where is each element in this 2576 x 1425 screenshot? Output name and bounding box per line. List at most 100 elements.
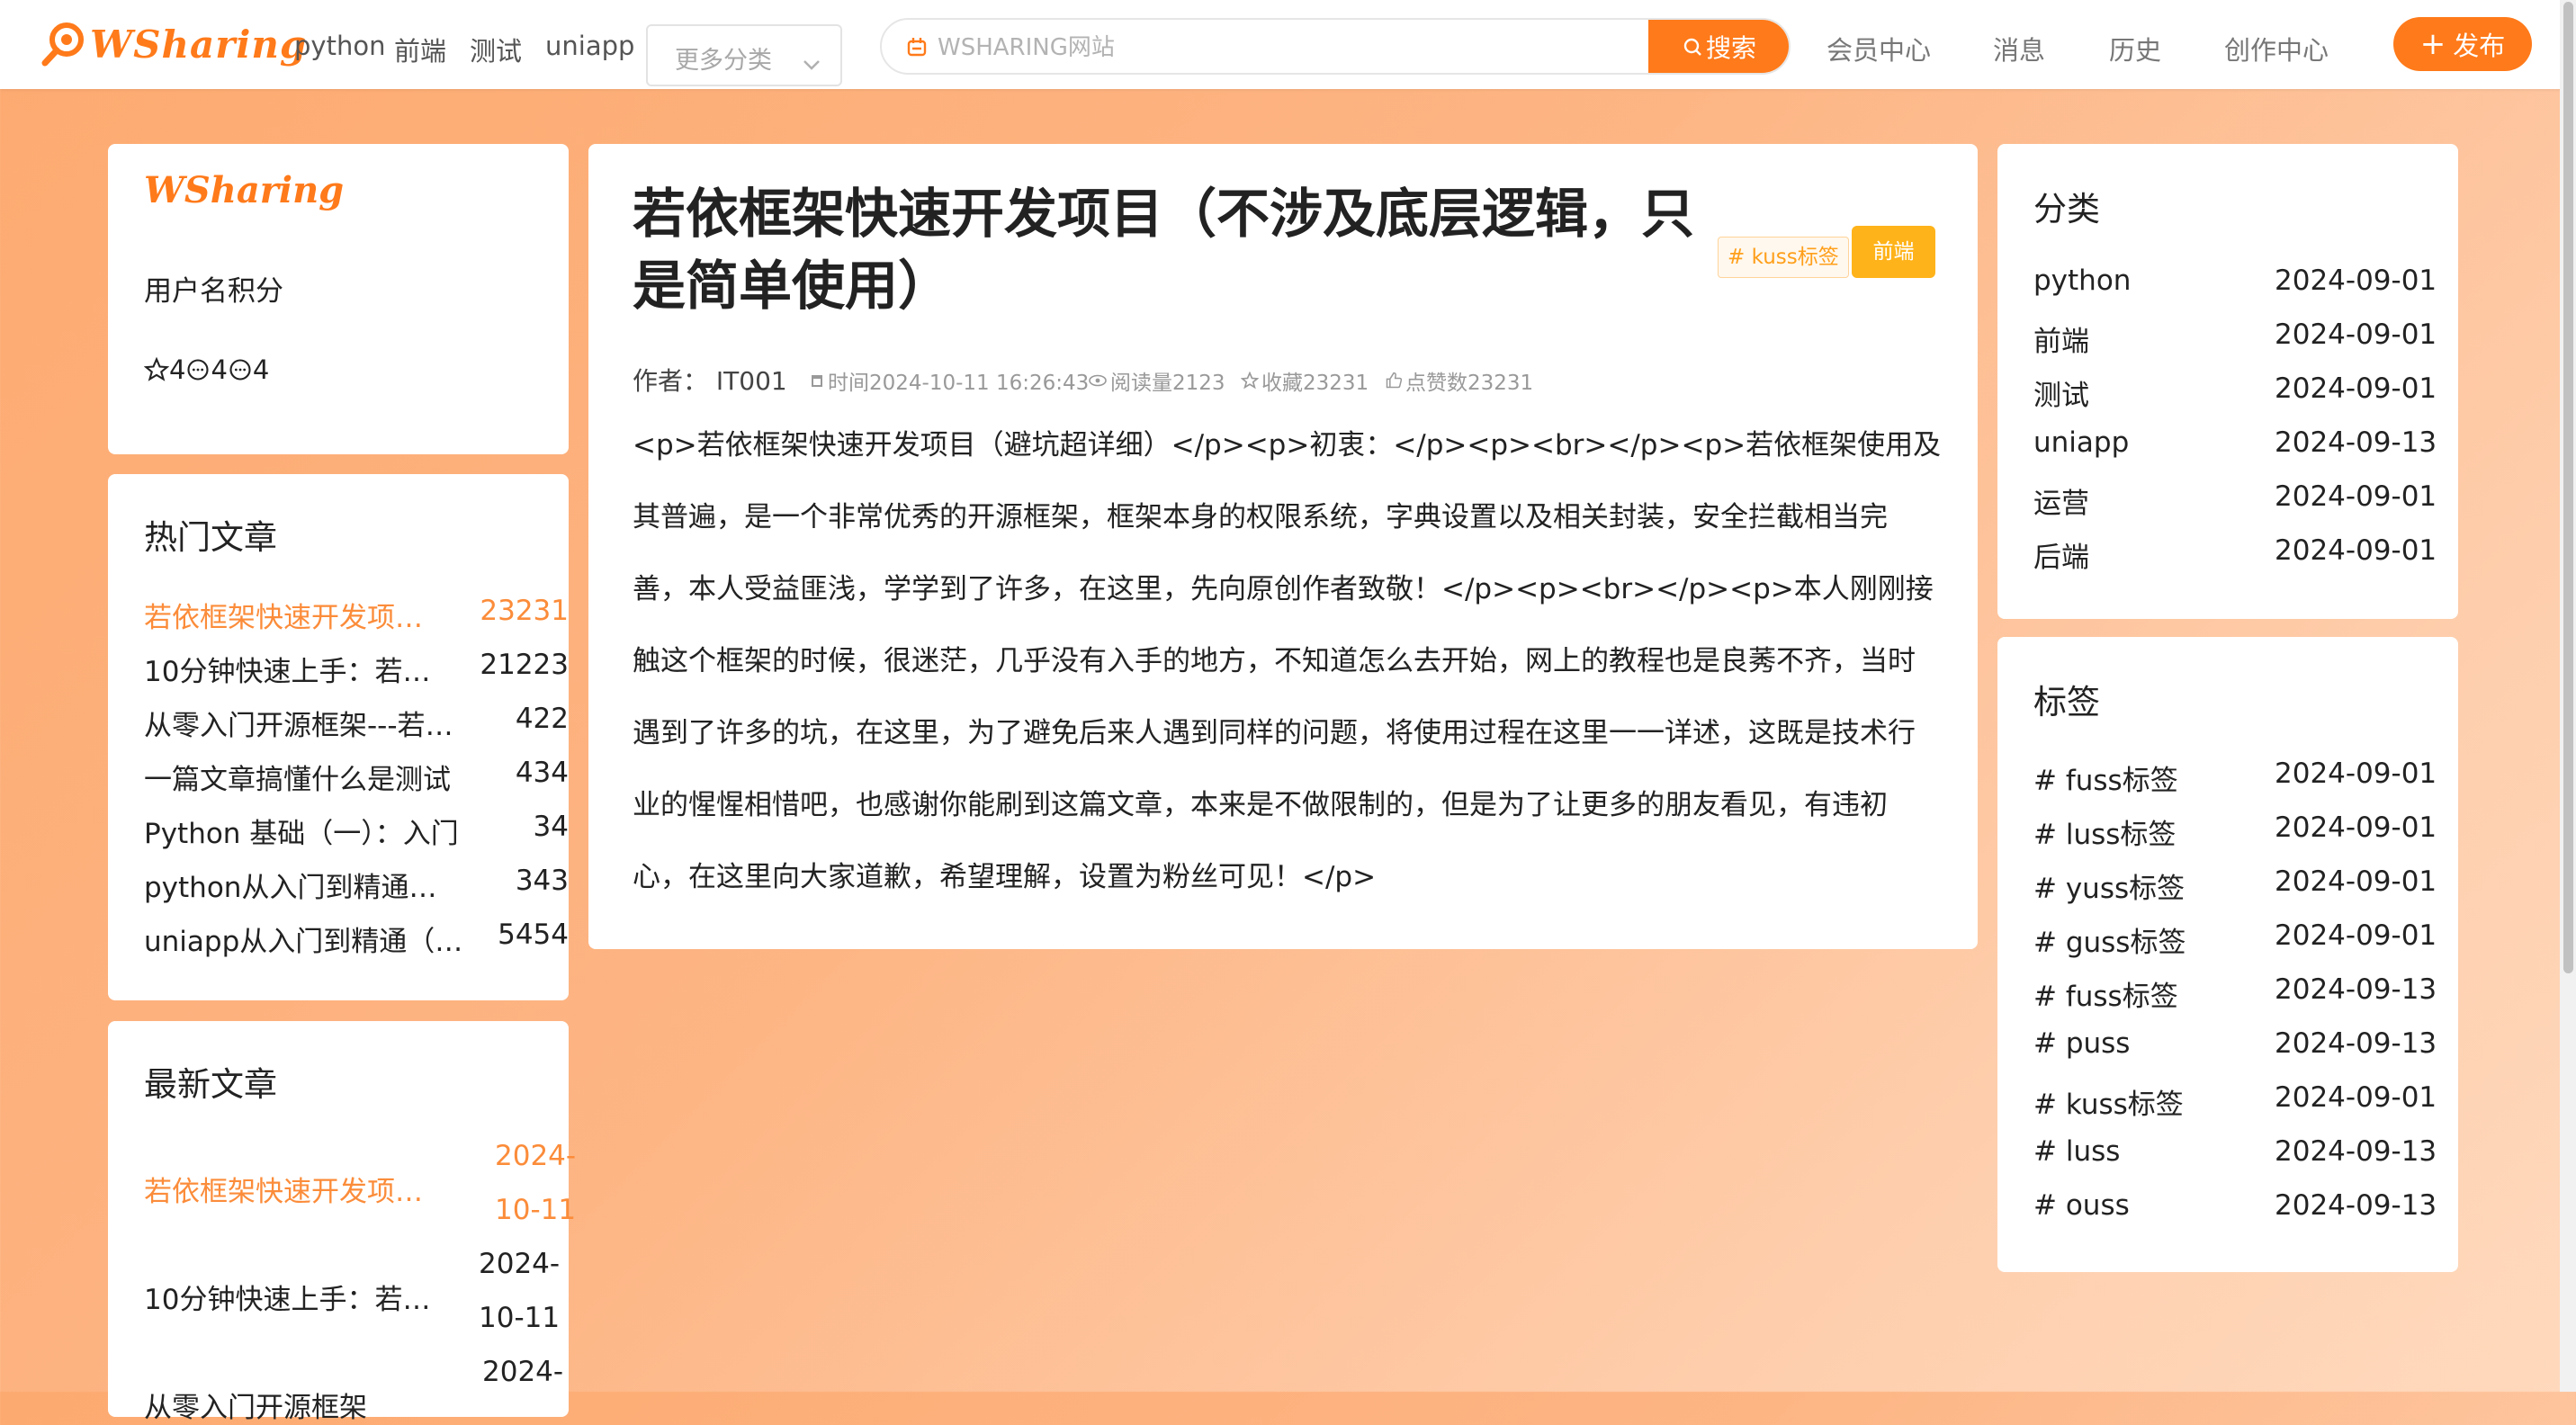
article-favorites[interactable]: 收藏23231	[1241, 365, 1369, 396]
tag-date: 2024-09-01	[2275, 1081, 2437, 1114]
article-author: 作者： IT001	[633, 362, 787, 398]
category-panel: 分类 python 2024-09-01 前端 2024-09-01 测试 20…	[1997, 144, 2458, 619]
latest-articles-title: 最新文章	[144, 1065, 277, 1104]
topnav-category-uniapp[interactable]: uniapp	[545, 31, 634, 61]
latest-articles-card: 最新文章 若依框架快速开发项目（不涉及底层逻辑，只是简单使用） 2024- 10…	[108, 1021, 576, 1424]
category-panel-title: 分类	[2033, 190, 2100, 229]
category-date: 2024-09-13	[2275, 426, 2437, 459]
logo-text: WSharing	[144, 169, 345, 211]
stat-stars: 4	[169, 354, 186, 385]
tag-name: # fuss标签	[2033, 981, 2178, 1013]
article-tag[interactable]: # kuss标签	[1718, 237, 1849, 278]
tag-date: 2024-09-13	[2275, 1027, 2437, 1060]
hot-articles-title: 热门文章	[144, 518, 277, 557]
category-name: 后端	[2033, 542, 2089, 574]
tag-name: # yuss标签	[2033, 873, 2186, 905]
topnav-category-python[interactable]: python	[294, 31, 385, 61]
tag-date: 2024-09-01	[2275, 865, 2437, 898]
tag-name: # guss标签	[2033, 927, 2186, 959]
nav-member-center[interactable]: 会员中心	[1827, 30, 1931, 67]
scrollbar-thumb[interactable]	[2563, 2, 2573, 973]
hot-articles-card: 热门文章 若依框架快速开发项目（不涉及底层逻辑，只是简单使用） 23231 10…	[108, 474, 569, 1000]
page-scrollbar[interactable]	[2560, 0, 2576, 1392]
nav-messages[interactable]: 消息	[1993, 30, 2045, 67]
top-header: WSharing python 前端 测试 uniapp 更多分类 搜索	[0, 0, 2576, 89]
eye-icon	[1089, 374, 1107, 387]
hot-article-name: 从零入门开源框架---若依框架	[144, 710, 463, 742]
tag-name: # luss	[2033, 1135, 2121, 1168]
stat-comments: 4	[211, 354, 228, 385]
hot-article-count: 23231	[480, 595, 569, 627]
tag-date: 2024-09-01	[2275, 919, 2437, 952]
hot-article-count: 34	[533, 811, 569, 843]
latest-article-date-year: 2024-	[482, 1356, 564, 1388]
search-icon	[1683, 38, 1701, 56]
latest-article-date-year: 2024-	[479, 1248, 561, 1280]
logo-text: WSharing	[90, 22, 308, 67]
latest-article-name: 从零入门开源框架	[144, 1392, 367, 1424]
article-likes-text: 点赞数23231	[1405, 372, 1534, 395]
hot-article-count: 434	[515, 757, 569, 789]
category-date: 2024-09-01	[2275, 264, 2437, 297]
tag-date: 2024-09-01	[2275, 757, 2437, 790]
hot-article-name: Python 基础（一）：入门	[144, 818, 459, 850]
stat-messages: 4	[252, 354, 270, 385]
comment-icon	[229, 359, 251, 381]
topnav-category-frontend[interactable]: 前端	[394, 31, 446, 68]
publish-button[interactable]: + 发布	[2393, 17, 2532, 71]
more-categories-select[interactable]: 更多分类	[646, 24, 842, 86]
publish-button-label: 发布	[2453, 31, 2506, 61]
category-date: 2024-09-01	[2275, 372, 2437, 405]
tag-panel: 标签 # fuss标签 2024-09-01 # luss标签 2024-09-…	[1997, 637, 2458, 1272]
article-category-tag[interactable]: 前端	[1852, 226, 1935, 278]
hot-article-count: 21223	[480, 649, 569, 681]
article-body: <p>若依框架快速开发项目（避坑超详细）</p><p>初衷：</p><p><br…	[633, 429, 1942, 893]
chevron-down-icon	[803, 49, 821, 77]
topnav-category-testing[interactable]: 测试	[470, 31, 522, 68]
article-time-text: 时间2024-10-11 16:26:43	[828, 372, 1090, 395]
category-date: 2024-09-01	[2275, 318, 2437, 351]
search-bar: 搜索	[880, 18, 1791, 75]
plus-icon: +	[2419, 26, 2446, 62]
search-button[interactable]: 搜索	[1648, 20, 1789, 73]
user-card: WSharing 用户名积分 4 4 4	[108, 144, 569, 454]
hot-article-name: python从入门到精通——基础	[144, 872, 463, 904]
tag-name: # luss标签	[2033, 819, 2177, 851]
article-favorites-text: 收藏23231	[1261, 372, 1369, 395]
comment-icon	[187, 359, 210, 381]
category-date: 2024-09-01	[2275, 480, 2437, 513]
user-card-logo: WSharing	[144, 169, 344, 211]
article-card: 若依框架快速开发项目（不涉及底层逻辑，只是简单使用） # kuss标签 前端 作…	[588, 144, 1978, 949]
article-time: 时间2024-10-11 16:26:43	[809, 365, 1089, 396]
author-label: 作者：	[633, 366, 709, 396]
calendar-icon	[812, 375, 822, 387]
hot-article-name: 若依框架快速开发项目（不涉及底层逻辑，只是简单使用）	[144, 602, 436, 634]
hot-article-name: 10分钟快速上手：若依框架	[144, 656, 436, 688]
tag-name: # kuss标签	[2033, 1089, 2184, 1121]
category-name: 运营	[2033, 488, 2089, 520]
hot-article-count: 422	[515, 703, 569, 735]
search-input[interactable]	[936, 25, 1623, 70]
star-icon	[144, 357, 169, 381]
hot-article-name: 一篇文章搞懂什么是测试	[144, 764, 451, 796]
category-name: 前端	[2033, 326, 2089, 358]
magnifier-logo-icon	[40, 20, 88, 68]
nav-creator-center[interactable]: 创作中心	[2224, 30, 2329, 67]
author-name[interactable]: IT001	[716, 366, 787, 396]
latest-article-date-day: 10-11	[479, 1302, 561, 1334]
more-categories-label: 更多分类	[675, 47, 772, 75]
user-stats: 4 4 4	[144, 354, 269, 385]
tag-name: # puss	[2033, 1027, 2131, 1060]
tag-date: 2024-09-13	[2275, 1189, 2437, 1222]
article-likes[interactable]: 点赞数23231	[1385, 365, 1533, 396]
hot-article-name: uniapp从入门到精通（一）	[144, 926, 463, 958]
search-button-label: 搜索	[1705, 32, 1756, 63]
category-name: 测试	[2033, 380, 2089, 412]
category-name: uniapp	[2033, 426, 2130, 459]
nav-history[interactable]: 历史	[2109, 30, 2161, 67]
tag-panel-title: 标签	[2033, 683, 2100, 721]
site-logo[interactable]: WSharing	[40, 20, 307, 68]
tag-date: 2024-09-13	[2275, 1135, 2437, 1168]
fire-icon	[905, 35, 929, 62]
article-reads-text: 阅读量2123	[1110, 372, 1225, 395]
